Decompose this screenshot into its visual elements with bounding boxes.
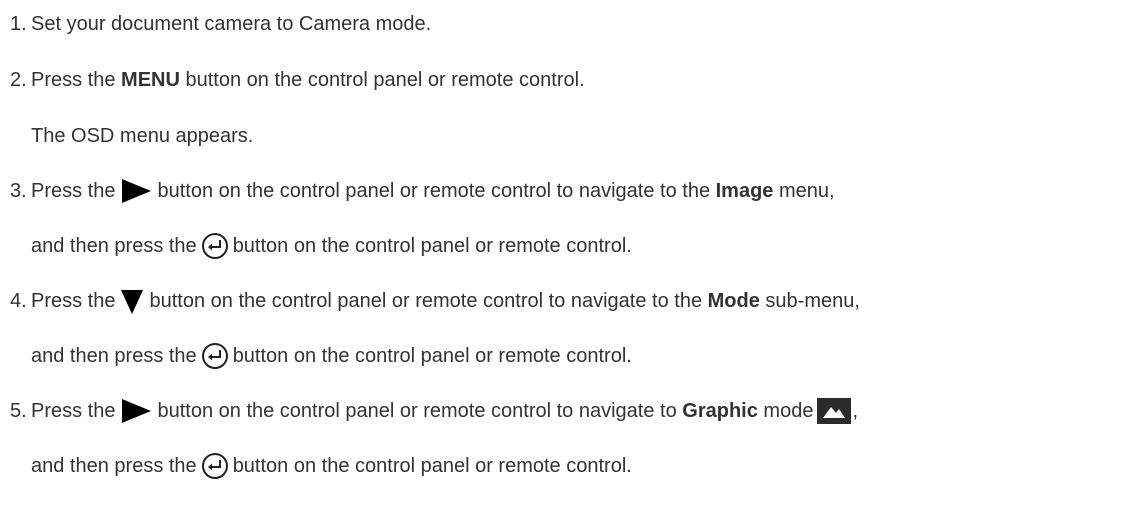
down-triangle-icon	[119, 287, 145, 315]
step-number: 2.	[10, 69, 27, 91]
enter-icon	[201, 452, 229, 480]
step-2: 2. Press the MENU button on the control …	[0, 66, 585, 94]
step-text-mid: button on the control panel or remote co…	[157, 180, 711, 202]
enter-icon	[201, 342, 229, 370]
step-3-line-2: and then press the button on the control…	[31, 232, 632, 260]
step-1: 1. Set your document camera to Camera mo…	[0, 10, 431, 38]
step-5: 5. Press the button on the control panel…	[0, 397, 858, 425]
menu-button-label: MENU	[121, 69, 180, 91]
enter-icon	[201, 232, 229, 260]
step-text: Set your document camera to Camera mode.	[31, 13, 432, 35]
step-text-post: menu,	[779, 180, 835, 202]
right-triangle-icon	[119, 177, 153, 205]
step-2-note: The OSD menu appears.	[31, 122, 253, 150]
step-number: 5.	[10, 400, 27, 422]
step-text-pre: Press the	[31, 180, 116, 202]
step-number: 3.	[10, 180, 27, 202]
step-text-line2-pre: and then press the	[31, 235, 197, 257]
step-text-line2-post: button on the control panel or remote co…	[232, 455, 632, 477]
right-triangle-icon	[119, 397, 153, 425]
step-3: 3. Press the button on the control panel…	[0, 177, 835, 205]
mode-submenu-label: Mode	[707, 290, 760, 312]
step-4-line-2: and then press the button on the control…	[31, 342, 632, 370]
step-text-line2-pre: and then press the	[31, 345, 197, 367]
step-number: 4.	[10, 290, 27, 312]
step-text-mid: button on the control panel or remote co…	[157, 400, 677, 422]
step-5-line-2: and then press the button on the control…	[31, 452, 632, 480]
step-text-post: mode	[763, 400, 814, 422]
step-text-line2-post: button on the control panel or remote co…	[232, 345, 632, 367]
step-4: 4. Press the button on the control panel…	[0, 287, 860, 315]
graphic-mode-label: Graphic	[682, 400, 758, 422]
step-text-line2-post: button on the control panel or remote co…	[232, 235, 632, 257]
step-note: The OSD menu appears.	[31, 125, 254, 147]
step-text-mid: button on the control panel or remote co…	[149, 290, 703, 312]
graphic-mode-icon	[817, 398, 852, 424]
step-text-post: button on the control panel or remote co…	[185, 69, 585, 91]
image-menu-label: Image	[715, 180, 774, 202]
step-number: 1.	[10, 13, 27, 35]
step-text-pre: Press the	[31, 400, 116, 422]
step-trail: ,	[852, 400, 858, 422]
step-text-post: sub-menu,	[765, 290, 860, 312]
step-text-line2-pre: and then press the	[31, 455, 197, 477]
step-text-pre: Press the	[31, 290, 116, 312]
step-text-pre: Press the	[31, 69, 116, 91]
